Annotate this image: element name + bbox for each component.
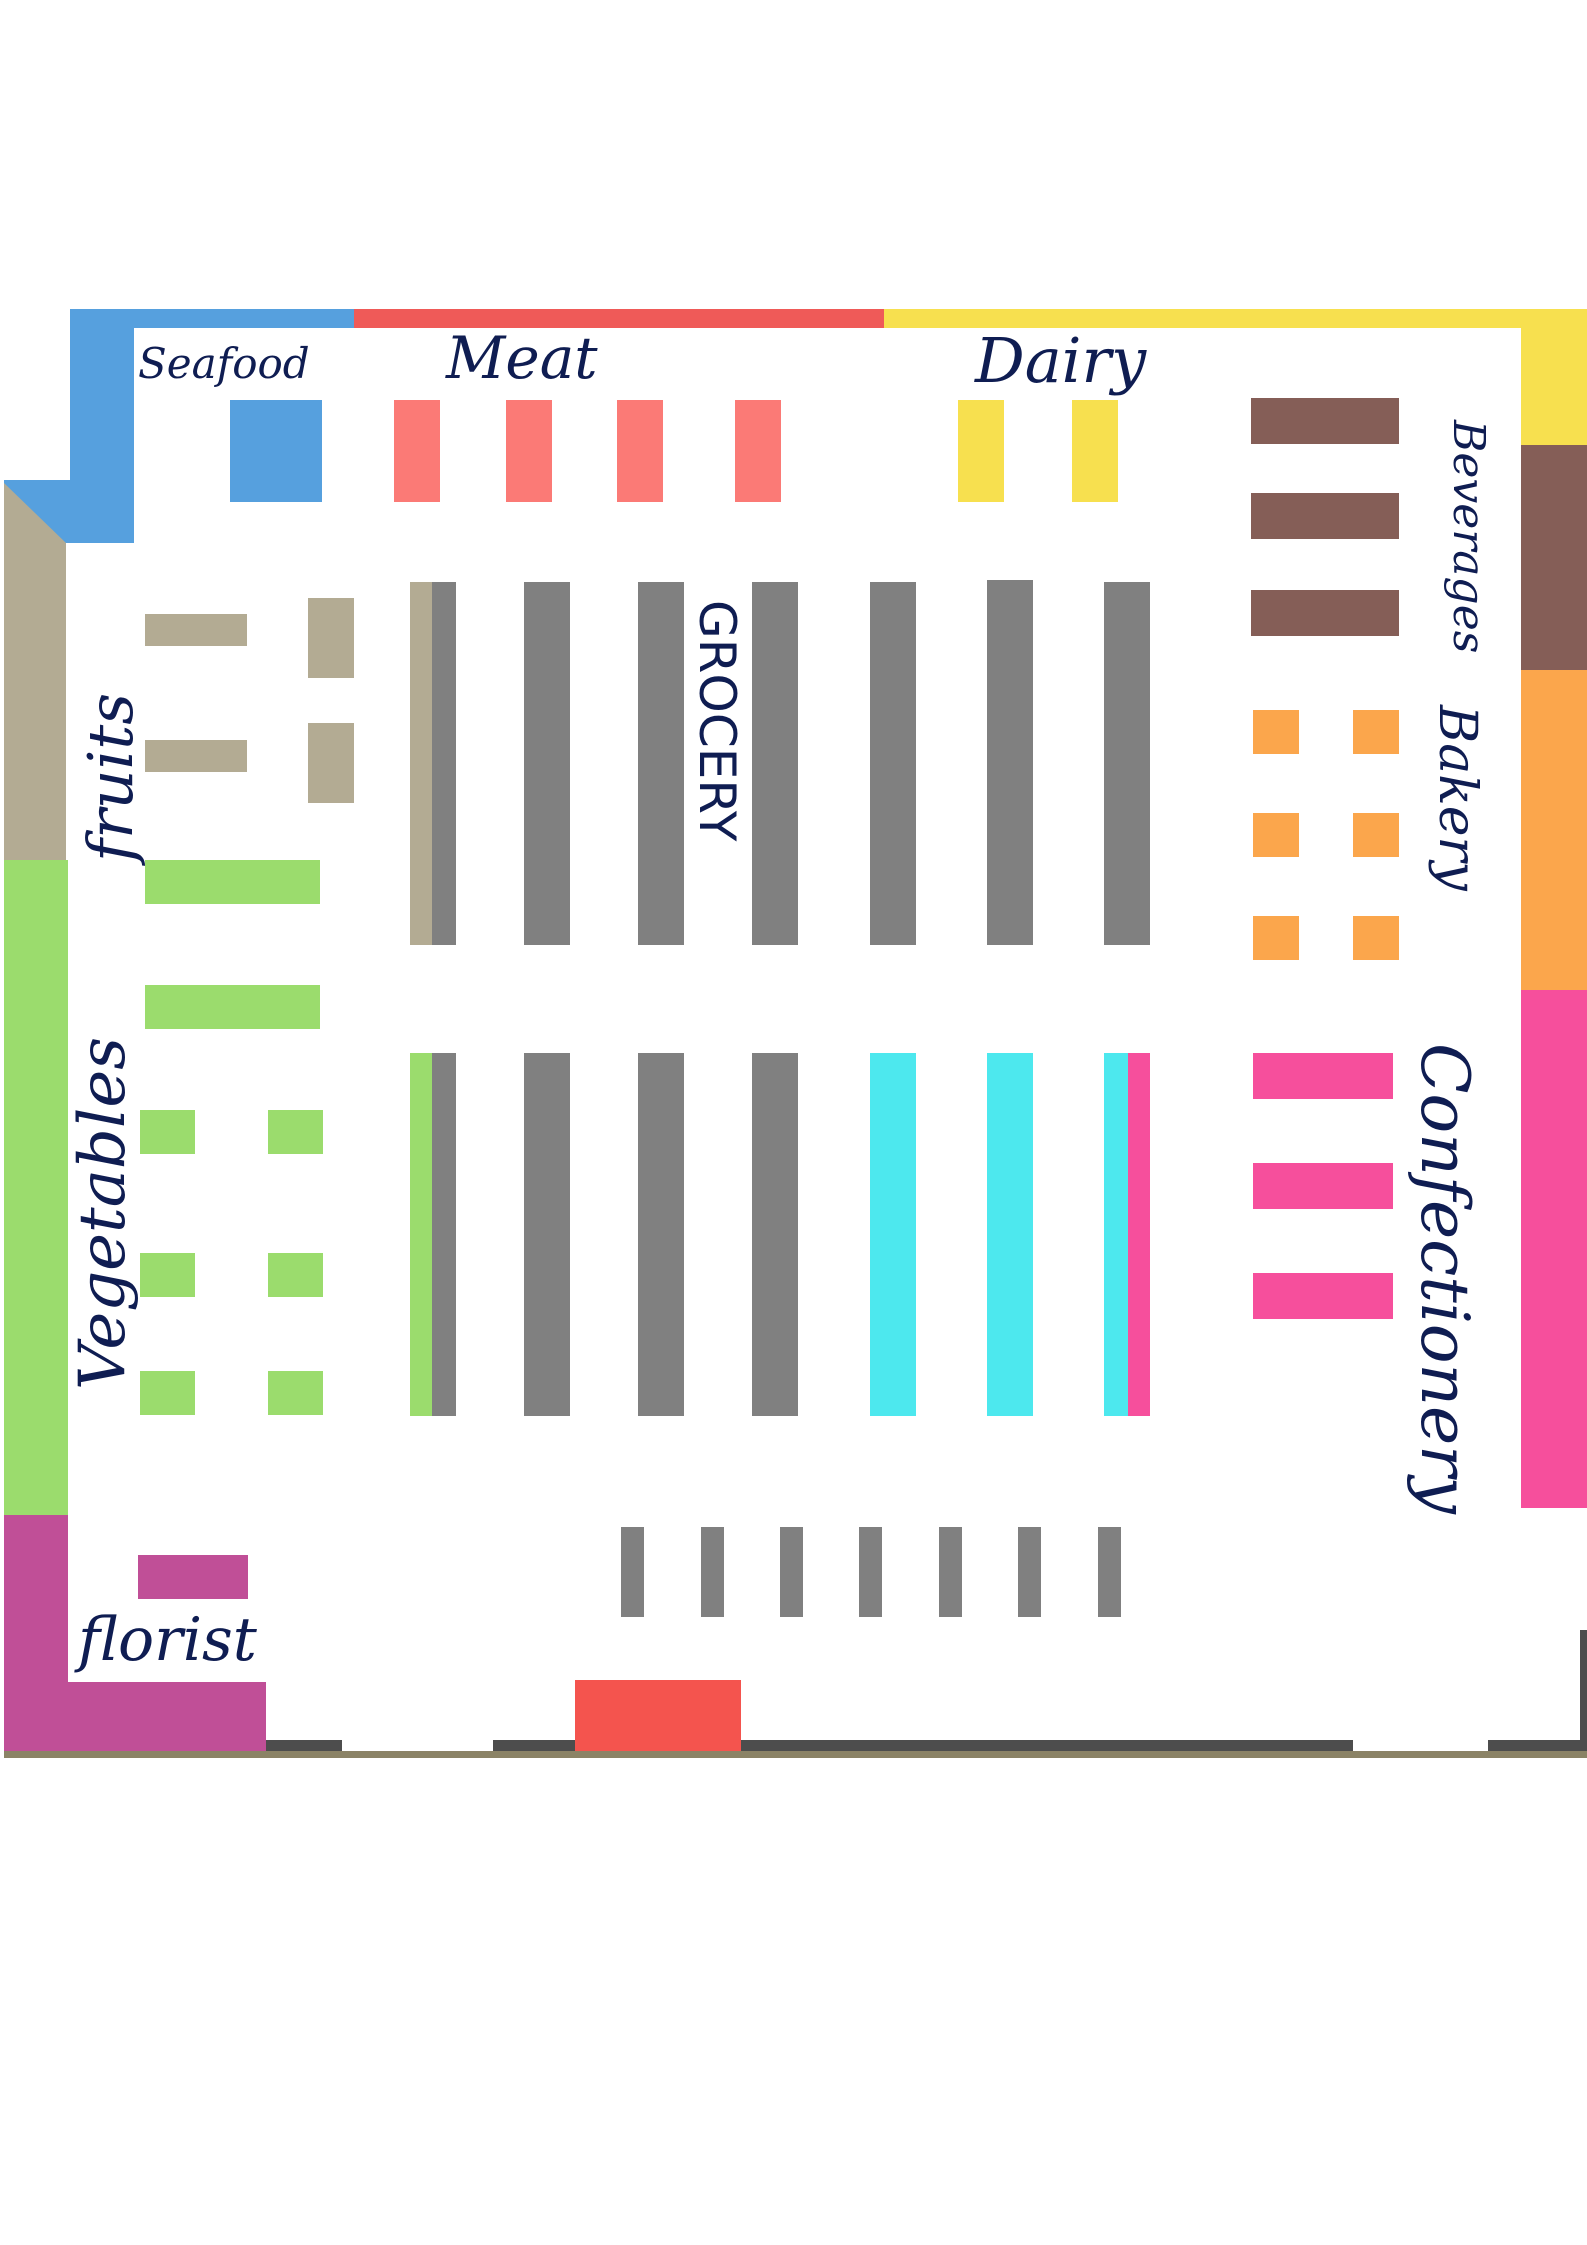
vegetables-bin (140, 1253, 195, 1297)
checkout-lane (1098, 1527, 1121, 1617)
beverages-shelf (1251, 398, 1399, 444)
fruits-endcap (410, 582, 432, 945)
label-bakery: Bakery (1427, 704, 1487, 891)
vegetables-wall (4, 860, 68, 1515)
beverages-section (1251, 398, 1399, 636)
fruits-bin (308, 598, 354, 678)
door-frame (1488, 1740, 1582, 1751)
checkout-lane (780, 1527, 803, 1617)
vegetables-bin (268, 1110, 323, 1154)
label-fruits: fruits (74, 693, 147, 866)
grocery-aisles-upper (410, 580, 1150, 945)
floor-edge (4, 1751, 1587, 1758)
grocery-shelf (987, 580, 1033, 945)
confectionery-shelf (1253, 1163, 1393, 1209)
bakery-display (1353, 916, 1399, 960)
meat-shelf (735, 400, 781, 502)
label-seafood: Seafood (138, 339, 310, 388)
meat-shelf (617, 400, 663, 502)
dairy-shelf (958, 400, 1004, 502)
meat-shelf (394, 400, 440, 502)
confectionery-section (1253, 1053, 1393, 1319)
beverages-wall (1521, 445, 1587, 670)
vegetables-section (140, 860, 323, 1415)
bakery-display (1353, 710, 1399, 754)
label-florist: florist (74, 1605, 258, 1675)
door-frame (1580, 1630, 1587, 1751)
fruits-table (145, 740, 247, 772)
confectionery-shelf (1253, 1053, 1393, 1099)
vegetables-table (145, 860, 320, 904)
vegetables-table (145, 985, 320, 1029)
grocery-shelf (432, 1053, 456, 1416)
seafood-section (230, 400, 322, 502)
checkout-lane (859, 1527, 882, 1617)
beverages-shelf (1251, 493, 1399, 539)
grocery-shelf (638, 1053, 684, 1416)
entrance-mat (575, 1680, 741, 1751)
seafood-counter (230, 400, 322, 502)
meat-wall (354, 309, 884, 328)
confectionery-shelf (1253, 1273, 1393, 1319)
grocery-shelf (752, 1053, 798, 1416)
fruits-bin (308, 723, 354, 803)
cooler-shelf (870, 1053, 916, 1416)
florist-section (138, 1555, 248, 1599)
checkout-lane (939, 1527, 962, 1617)
checkout-lanes (621, 1527, 1121, 1617)
beverages-shelf (1251, 590, 1399, 636)
label-vegetables: Vegetables (66, 1037, 140, 1390)
bakery-section (1253, 710, 1399, 960)
fruits-wall (4, 483, 66, 860)
label-beverages: Beverages (1443, 419, 1494, 653)
checkout-lane (1018, 1527, 1041, 1617)
store-floor-plan: Seafood Meat Dairy Beverages Bakery Conf… (4, 309, 1587, 1758)
bakery-wall (1521, 670, 1587, 990)
dairy-section (958, 400, 1118, 502)
checkout-lane (621, 1527, 644, 1617)
door-frame (266, 1740, 342, 1751)
checkout-lane (701, 1527, 724, 1617)
grocery-shelf (638, 582, 684, 945)
bakery-display (1253, 813, 1299, 857)
cooler-shelf (1104, 1053, 1128, 1416)
bakery-display (1353, 813, 1399, 857)
label-grocery: GROCERY (688, 600, 746, 842)
cooler-shelf (987, 1053, 1033, 1416)
grocery-shelf (1104, 582, 1150, 945)
grocery-shelf (524, 1053, 570, 1416)
meat-section (394, 400, 781, 502)
vegetables-endcap (410, 1053, 432, 1416)
florist-table (138, 1555, 248, 1599)
confectionery-endcap (1128, 1053, 1150, 1416)
label-dairy: Dairy (974, 324, 1147, 397)
grocery-shelf (524, 582, 570, 945)
confectionery-wall (1521, 990, 1587, 1508)
vegetables-bin (268, 1253, 323, 1297)
bakery-display (1253, 710, 1299, 754)
grocery-shelf (752, 582, 798, 945)
dairy-shelf (1072, 400, 1118, 502)
meat-shelf (506, 400, 552, 502)
vegetables-bin (268, 1371, 323, 1415)
vegetables-bin (140, 1110, 195, 1154)
bakery-display (1253, 916, 1299, 960)
label-meat: Meat (445, 324, 598, 392)
label-confectionery: Confectionery (1406, 1043, 1483, 1515)
fruits-table (145, 614, 247, 646)
grocery-aisles-lower (410, 1053, 1150, 1416)
vegetables-bin (140, 1371, 195, 1415)
fruits-section (145, 598, 354, 803)
grocery-shelf (870, 582, 916, 945)
grocery-shelf (432, 582, 456, 945)
